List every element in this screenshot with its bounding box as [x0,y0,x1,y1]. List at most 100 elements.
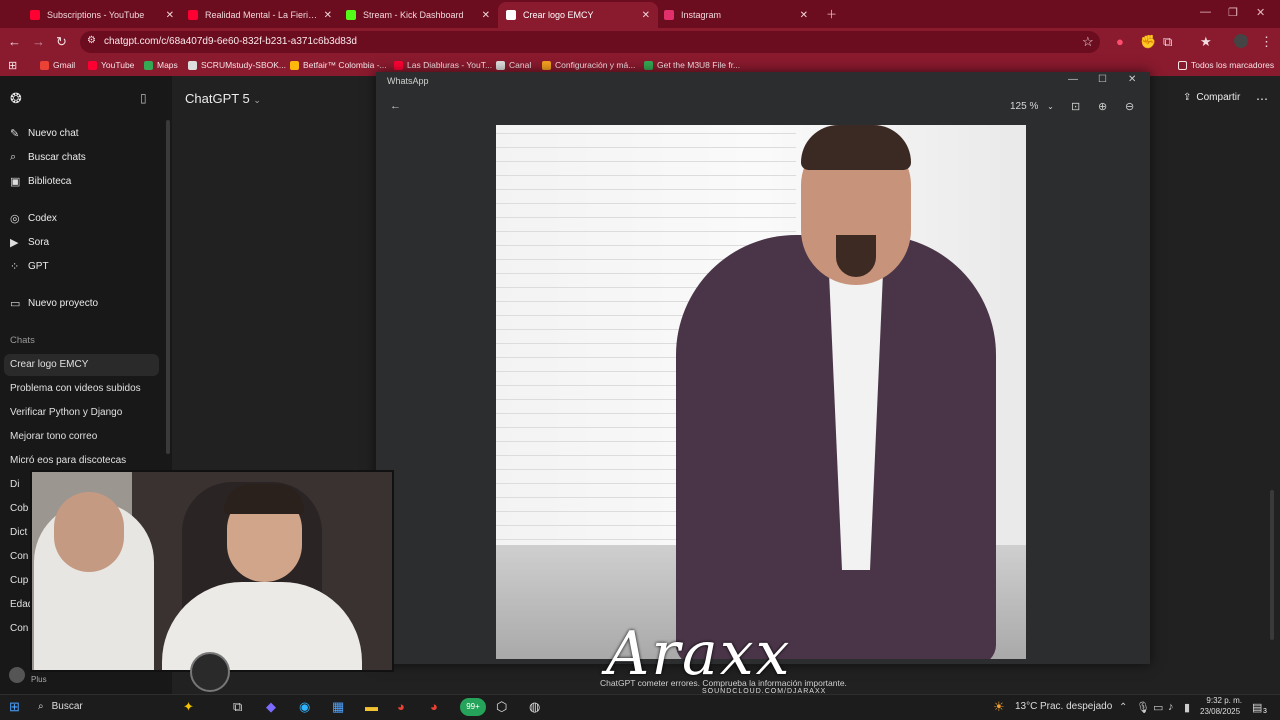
sidebar-chat-item[interactable]: Mejorar tono correo [10,431,97,442]
sidebar-codex[interactable]: ◎ Codex [10,212,57,225]
back-icon[interactable]: ← [8,34,21,49]
zoom-in-icon[interactable]: ⊕ [1098,100,1107,113]
reload-icon[interactable]: ↻ [56,34,67,50]
chrome-profile-icon[interactable]: ◕ [430,699,438,714]
url-text: chatgpt.com/c/68a407d9-6e60-832f-b231-a3… [104,36,357,47]
extension-fist-icon[interactable]: ✊ [1140,34,1156,50]
webcam-overlay [30,470,394,672]
sidebar-chat-item[interactable]: Cup [10,575,28,586]
bookmark-item[interactable]: Configuración y má... [542,60,635,70]
sidebar-chat-item[interactable]: Con [10,623,28,634]
all-bookmarks[interactable]: Todos los marcadores [1178,60,1274,70]
task-view-icon[interactable]: ⧉ [233,699,242,715]
sidebar-scrollbar[interactable] [166,120,170,454]
close-tab-icon[interactable]: ✕ [800,10,808,21]
tab-label: Realidad Mental - La Fierita (Vi [205,10,318,20]
taskbar-search[interactable]: ⌕ Buscar [38,701,83,712]
restore-window-button[interactable]: ❐ [1228,6,1238,19]
sidebar-chat-item[interactable]: Cob [10,503,28,514]
sidebar-chat-item[interactable]: Problema con videos subidos [10,383,141,394]
tray-chevron-icon[interactable]: ⌃ [1119,702,1127,713]
whatsapp-taskbar-badge[interactable]: 99+ [460,698,486,716]
clock-time[interactable]: 9:32 p. m. [1202,696,1242,705]
sidebar-search-chats[interactable]: ⌕ Buscar chats [10,151,86,164]
sidebar-gpt[interactable]: ⁘ GPT [10,260,49,273]
edge-icon[interactable]: ◉ [299,699,310,715]
wa-close-button[interactable]: ✕ [1128,74,1136,85]
extensions-puzzle-icon[interactable]: ⧉ [1163,34,1172,50]
store-icon[interactable]: ▦ [332,699,344,715]
main-scrollbar[interactable] [1270,490,1274,640]
sidebar-new-project[interactable]: ▭ Nuevo proyecto [10,297,98,310]
apps-grid-icon[interactable]: ⊞ [8,59,17,72]
bookmark-item[interactable]: Canal [496,60,531,70]
close-tab-icon[interactable]: ✕ [642,10,650,21]
sidebar-library[interactable]: ▣ Biblioteca [10,175,71,188]
file-explorer-icon[interactable]: ▬ [365,699,378,714]
more-options-icon[interactable]: ⋯ [1256,92,1268,106]
zoom-level-dropdown[interactable]: 125 % ⌄ [1010,101,1054,112]
model-selector[interactable]: ChatGPT 5 ⌄ [185,91,261,106]
sidebar-chat-item[interactable]: Verificar Python y Django [10,407,122,418]
toggle-sidebar-icon[interactable]: ▯ [140,91,147,105]
minimize-window-button[interactable]: — [1200,6,1211,18]
battery-icon[interactable]: ▮ [1184,701,1190,714]
sidebar-chat-item[interactable]: Con [10,551,28,562]
volume-icon[interactable]: ♪ [1168,701,1174,713]
wa-back-icon[interactable]: ← [390,100,401,112]
bookmark-item[interactable]: Get the M3U8 File fr... [644,60,740,70]
copilot-app-icon[interactable]: ◆ [266,699,276,715]
close-window-button[interactable]: ✕ [1256,6,1265,19]
sidebar-chat-item[interactable]: Di [10,479,19,490]
browser-tab[interactable]: Realidad Mental - La Fierita (Vi ✕ [180,2,340,28]
share-button[interactable]: ⇪ Compartir [1183,92,1240,103]
obs-icon[interactable]: ⬡ [496,699,507,715]
wa-minimize-button[interactable]: — [1068,74,1078,85]
bookmark-item[interactable]: Maps [144,60,178,70]
new-project-icon: ▭ [10,298,21,310]
openai-logo-icon[interactable]: ❂ [10,90,22,107]
bookmarks-manager-icon[interactable]: ★ [1200,34,1212,50]
wa-maximize-button[interactable]: ☐ [1098,74,1107,85]
copilot-sparkle-icon[interactable]: ✦ [183,699,194,715]
microphone-icon[interactable]: 🎙 [1136,701,1150,714]
sidebar-sora[interactable]: ▶ Sora [10,236,49,249]
weather-temp[interactable]: 13°C [1015,701,1037,712]
weather-desc[interactable]: Prac. despejado [1040,701,1112,712]
site-info-icon[interactable]: ⚙ [87,35,96,46]
user-avatar[interactable] [9,667,25,683]
wall-stripe [496,231,796,232]
sidebar-chat-item[interactable]: Micró eos para discotecas [10,455,126,466]
bookmark-item[interactable]: Gmail [40,60,75,70]
windows-start-icon[interactable]: ⊞ [9,699,20,715]
network-icon[interactable]: ▭ [1153,701,1163,714]
browser-tab[interactable]: Subscriptions - YouTube ✕ [22,2,182,28]
profile-avatar[interactable] [1234,34,1248,48]
close-tab-icon[interactable]: ✕ [166,10,174,21]
new-tab-button[interactable]: ＋ [826,6,837,22]
clock-date[interactable]: 23/08/2025 [1200,707,1242,716]
search-chats-icon: ⌕ [10,151,17,163]
close-tab-icon[interactable]: ✕ [324,10,332,21]
zoom-out-icon[interactable]: ⊖ [1125,100,1134,113]
bookmark-item[interactable]: Las Diabluras - YouT... [394,60,492,70]
cam-hair-right [224,484,304,514]
fit-to-screen-icon[interactable]: ⊡ [1071,100,1080,113]
capture-icon[interactable]: ◍ [529,699,540,715]
chrome-icon[interactable]: ◕ [397,699,405,714]
forward-icon[interactable]: → [32,34,45,49]
sidebar-chat-item[interactable]: Dict [10,527,27,538]
bookmark-item[interactable]: SCRUMstudy-SBOK... [188,60,286,70]
notifications-icon[interactable]: ▤ [1252,701,1262,714]
close-tab-icon[interactable]: ✕ [482,10,490,21]
browser-tab[interactable]: Stream - Kick Dashboard ✕ [338,2,498,28]
bookmark-item[interactable]: YouTube [88,60,134,70]
browser-tab[interactable]: Instagram ✕ [656,2,816,28]
browser-tab[interactable]: Crear logo EMCY ✕ [498,2,658,28]
extension-icon[interactable]: ● [1116,34,1124,49]
sidebar-chat-item[interactable]: Crear logo EMCY [10,359,88,370]
browser-menu-icon[interactable]: ⋮ [1260,34,1273,50]
bookmark-star-icon[interactable]: ☆ [1082,34,1094,50]
bookmark-item[interactable]: Betfair™ Colombia -... [290,60,387,70]
sidebar-new-chat[interactable]: ✎ Nuevo chat [10,127,79,140]
